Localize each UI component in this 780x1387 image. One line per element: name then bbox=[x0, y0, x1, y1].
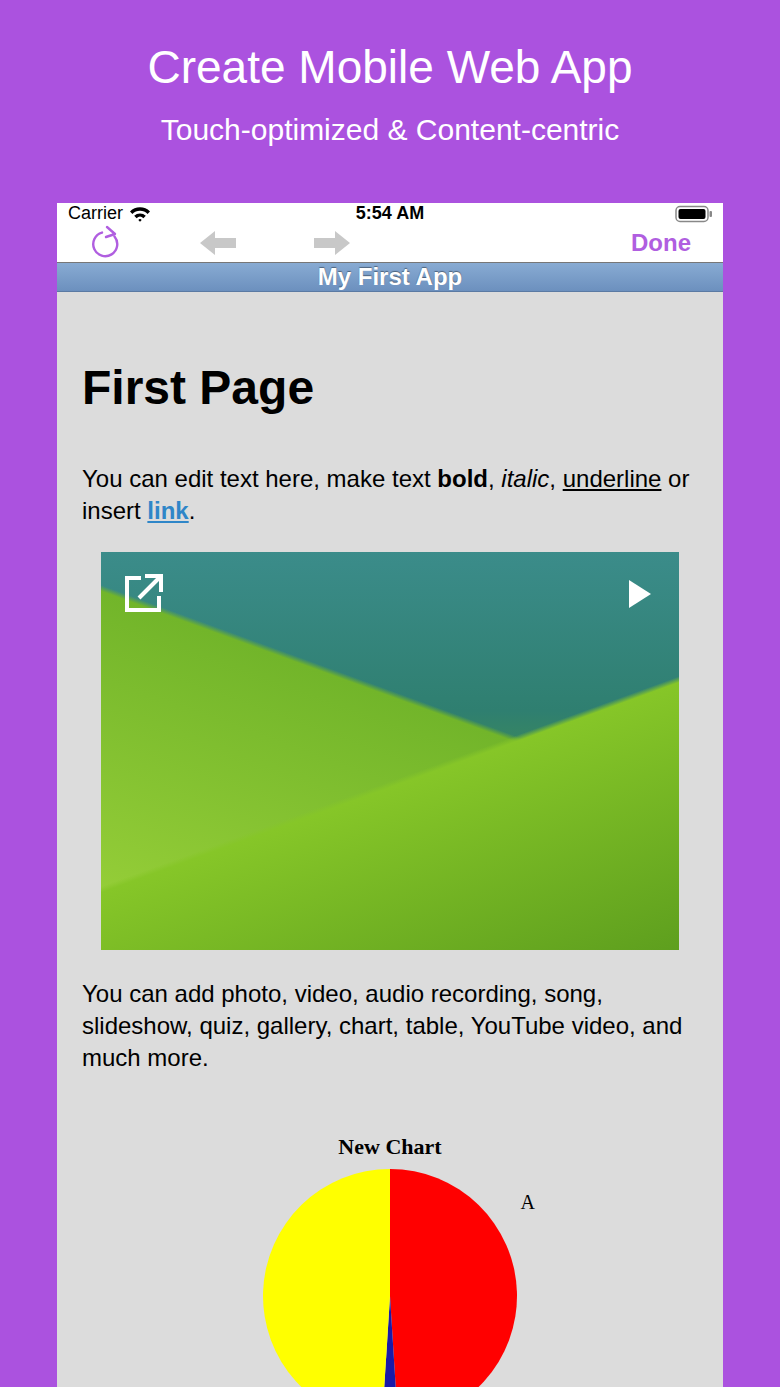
pie-slice[interactable] bbox=[263, 1169, 390, 1387]
clock: 5:54 AM bbox=[356, 203, 424, 224]
banner-subtitle: Touch-optimized & Content-centric bbox=[161, 112, 620, 148]
play-icon[interactable] bbox=[627, 578, 653, 610]
banner: Create Mobile Web App Touch-optimized & … bbox=[148, 0, 633, 165]
phone-frame: Carrier 5:54 AM Done My First App First … bbox=[57, 203, 723, 1387]
wifi-icon bbox=[129, 206, 151, 222]
back-arrow-icon bbox=[198, 228, 238, 258]
pie-slice[interactable] bbox=[390, 1169, 517, 1387]
intro-paragraph: You can edit text here, make text bold, … bbox=[82, 463, 698, 527]
reload-icon bbox=[88, 224, 124, 262]
photo[interactable] bbox=[101, 552, 679, 950]
toolbar: Done bbox=[57, 224, 723, 263]
pie-chart: New Chart A bbox=[82, 1134, 698, 1387]
nav-title: My First App bbox=[318, 263, 462, 291]
done-button[interactable]: Done bbox=[631, 229, 691, 257]
chart-title: New Chart bbox=[338, 1134, 441, 1160]
battery-icon bbox=[675, 205, 713, 223]
expand-icon[interactable] bbox=[121, 572, 165, 616]
banner-title: Create Mobile Web App bbox=[148, 38, 633, 96]
page-heading: First Page bbox=[82, 359, 698, 417]
back-button[interactable] bbox=[198, 228, 238, 258]
forward-button[interactable] bbox=[312, 228, 352, 258]
pie: A bbox=[240, 1164, 540, 1387]
carrier: Carrier bbox=[68, 203, 151, 224]
status-bar: Carrier 5:54 AM bbox=[57, 203, 723, 224]
inline-link[interactable]: link bbox=[147, 497, 188, 524]
slice-label: A bbox=[521, 1191, 536, 1213]
forward-arrow-icon bbox=[312, 228, 352, 258]
reload-button[interactable] bbox=[88, 224, 124, 262]
body-paragraph: You can add photo, video, audio recordin… bbox=[82, 978, 698, 1074]
screen: Create Mobile Web App Touch-optimized & … bbox=[0, 0, 780, 1387]
nav-bar: My First App bbox=[57, 263, 723, 292]
page-content: First Page You can edit text here, make … bbox=[57, 292, 723, 1387]
